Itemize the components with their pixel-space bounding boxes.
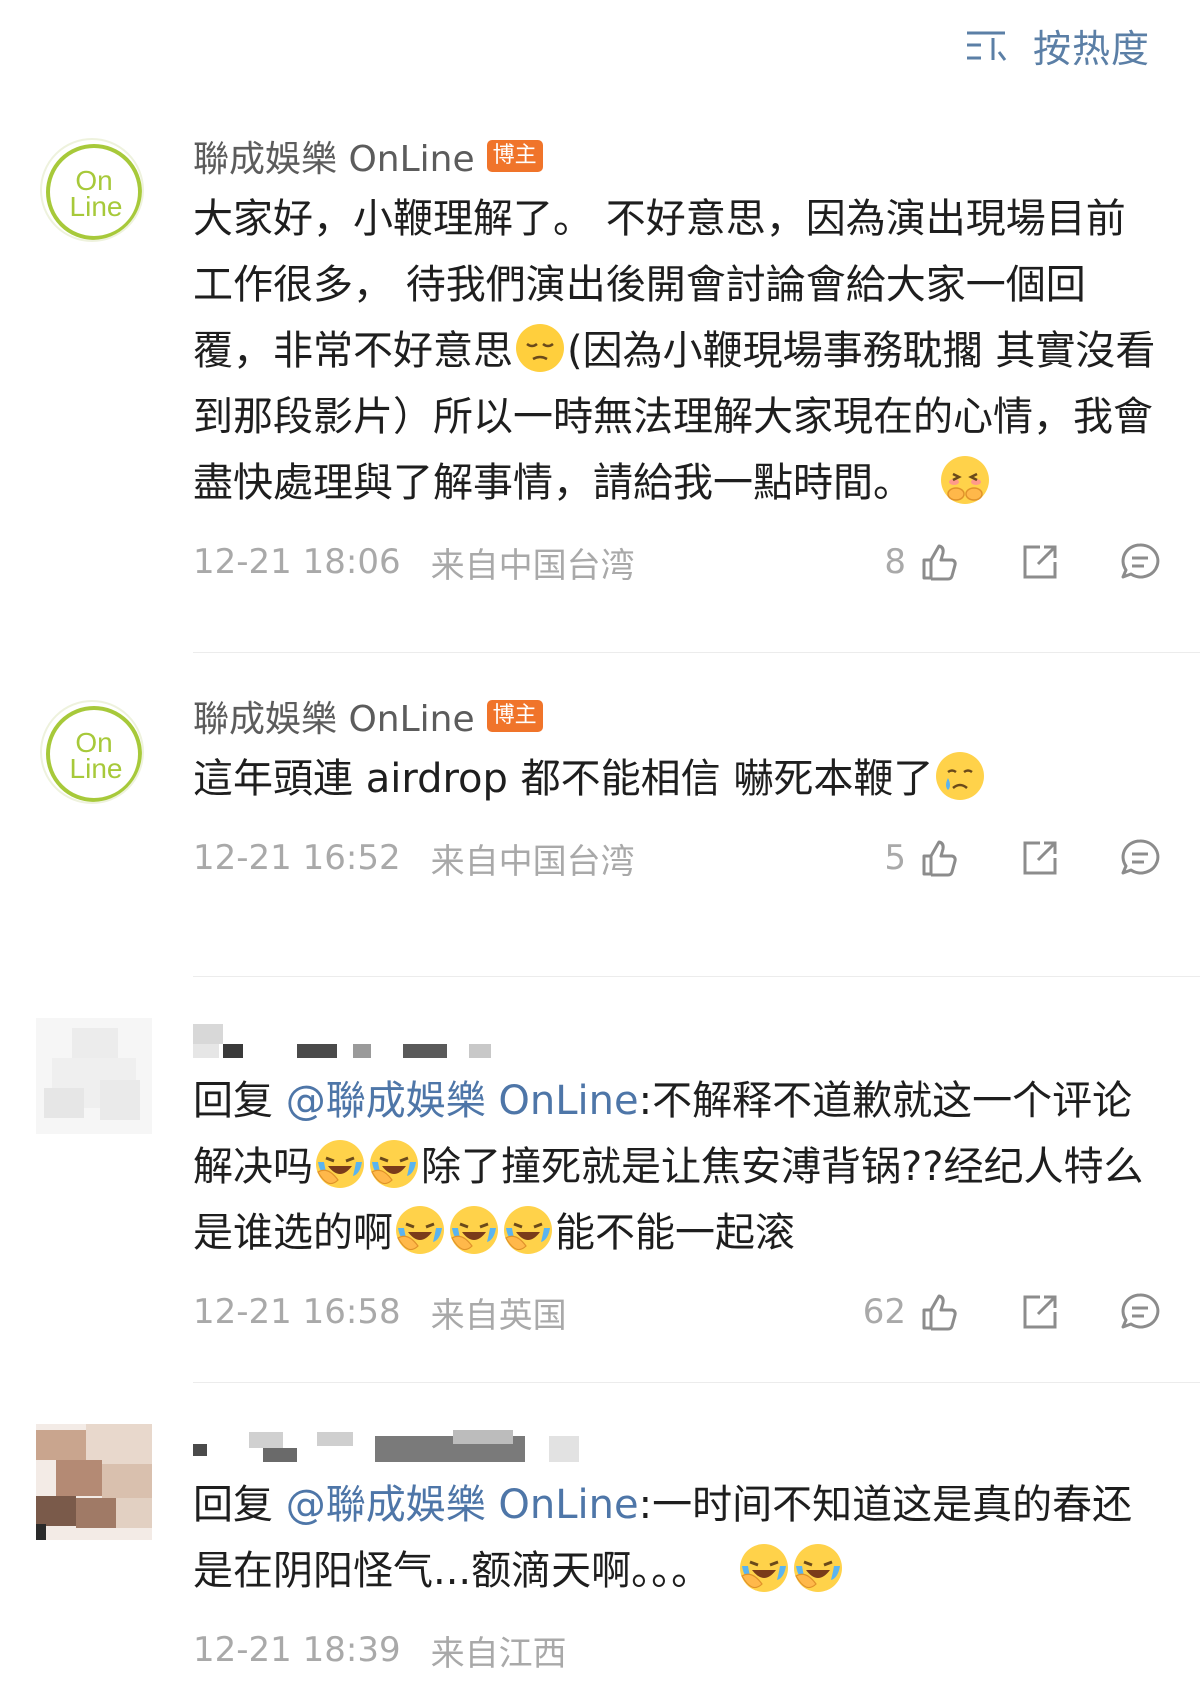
svg-text:Line: Line xyxy=(70,191,123,222)
comment-time: 12-21 18:06 xyxy=(193,542,401,582)
blurred-avatar[interactable] xyxy=(36,1018,152,1134)
blogger-badge: 博主 xyxy=(486,700,543,732)
comment-text: 回复 @聯成娛樂 OnLine:不解释不道歉就这一个评论解决吗 除了撞死就是让焦安… xyxy=(193,1078,1144,1256)
pensive-face-icon xyxy=(514,322,566,374)
blurred-avatar[interactable] xyxy=(36,1424,152,1540)
comment-time: 12-21 18:39 xyxy=(193,1630,401,1670)
sort-bar[interactable]: 按热度 xyxy=(965,18,1150,73)
comment-icon[interactable] xyxy=(1120,838,1160,878)
divider xyxy=(193,652,1200,653)
blurred-username[interactable] xyxy=(193,1414,1160,1470)
thumbs-up-icon[interactable] xyxy=(920,838,960,878)
author-name[interactable]: 聯成娛樂 OnLine xyxy=(193,130,475,182)
laughing-tears-icon xyxy=(314,1138,366,1190)
like-count: 5 xyxy=(884,838,906,878)
laughing-tears-icon xyxy=(368,1138,420,1190)
embarrassed-face-icon xyxy=(939,454,991,506)
laughing-tears-icon xyxy=(448,1204,500,1256)
comment-text: 這年頭連 airdrop 都不能相信 嚇死本鞭了 xyxy=(193,746,1160,812)
thumbs-up-icon[interactable] xyxy=(920,542,960,582)
comment-icon[interactable] xyxy=(1120,1292,1160,1332)
blurred-username[interactable] xyxy=(193,1010,1160,1066)
reply-prefix: 回复 xyxy=(193,1482,273,1528)
comment-text: 大家好，小鞭理解了。 不好意思，因為演出現場目前工作很多， 待我們演出後開會討論… xyxy=(193,196,1156,506)
divider xyxy=(193,1382,1200,1383)
sort-lines-icon xyxy=(965,28,1009,64)
divider xyxy=(193,976,1200,977)
comment-item: 回复 @聯成娛樂 OnLine:一时间不知道这是真的春还是在阴阳怪气...额滴天… xyxy=(0,1414,1200,1688)
author-name[interactable]: 聯成娛樂 OnLine xyxy=(193,690,475,742)
mention-link[interactable]: @聯成娛樂 OnLine xyxy=(286,1078,639,1124)
share-icon[interactable] xyxy=(1020,1292,1060,1332)
comment-meta: 12-21 18:06 来自中国台湾 8 xyxy=(193,530,1160,594)
comment-item: On Line 聯成娛樂 OnLine 博主 大家好，小鞭理解了。 不好意思，因… xyxy=(0,128,1200,648)
laughing-tears-icon xyxy=(502,1204,554,1256)
sort-by-hot-label: 按热度 xyxy=(1032,27,1150,71)
reply-prefix: 回复 xyxy=(193,1078,273,1124)
comment-location: 来自中国台湾 xyxy=(430,841,635,882)
comment-text: 回复 @聯成娛樂 OnLine:一时间不知道这是真的春还是在阴阳怪气...额滴天… xyxy=(193,1482,1133,1594)
comment-item: 回复 @聯成娛樂 OnLine:不解释不道歉就这一个评论解决吗 除了撞死就是让焦安… xyxy=(0,1010,1200,1370)
comment-meta: 12-21 16:52 来自中国台湾 5 xyxy=(193,826,1160,890)
comment-icon[interactable] xyxy=(1120,542,1160,582)
online-logo-avatar[interactable]: On Line xyxy=(40,138,144,242)
mention-link[interactable]: @聯成娛樂 OnLine xyxy=(286,1482,639,1528)
thumbs-up-icon[interactable] xyxy=(920,1292,960,1332)
comment-time: 12-21 16:52 xyxy=(193,838,401,878)
comment-location: 来自中国台湾 xyxy=(430,545,635,586)
share-icon[interactable] xyxy=(1020,542,1060,582)
crying-face-icon xyxy=(934,750,986,802)
comment-item: On Line 聯成娛樂 OnLine 博主 這年頭連 airdrop 都不能相… xyxy=(0,688,1200,898)
laughing-tears-icon xyxy=(394,1204,446,1256)
comment-location: 来自江西 xyxy=(430,1633,567,1674)
comment-location: 来自英国 xyxy=(430,1295,567,1336)
svg-text:Line: Line xyxy=(70,753,123,784)
comment-time: 12-21 16:58 xyxy=(193,1292,401,1332)
comment-meta: 12-21 18:39 来自江西 xyxy=(193,1618,1160,1682)
laughing-tears-icon xyxy=(738,1542,790,1594)
blogger-badge: 博主 xyxy=(486,140,543,172)
laughing-tears-icon xyxy=(792,1542,844,1594)
comment-meta: 12-21 16:58 来自英国 62 xyxy=(193,1280,1160,1344)
blurred-username-pixels xyxy=(193,1430,579,1462)
blurred-username-pixels xyxy=(193,1024,491,1058)
like-count: 62 xyxy=(862,1292,906,1332)
share-icon[interactable] xyxy=(1020,838,1060,878)
online-logo-avatar[interactable]: On Line xyxy=(40,700,144,804)
like-count: 8 xyxy=(884,542,906,582)
